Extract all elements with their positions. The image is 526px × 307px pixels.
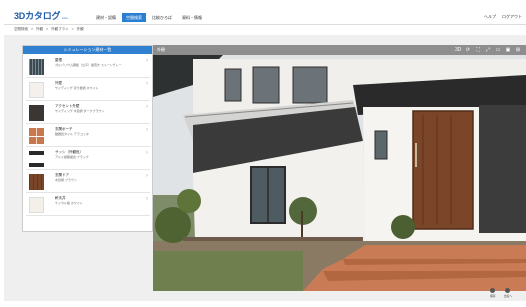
compare-label: 比較へ (503, 294, 513, 298)
material-item-soffit[interactable]: 軒天井 ケイカル板 ホワイト › (26, 194, 150, 216)
breadcrumb-separator: > (31, 27, 34, 31)
breadcrumb-separator: > (46, 27, 49, 31)
material-item-accent-wall[interactable]: アクセント外壁 サイディング 木目調 ダークブラウン › (26, 102, 150, 124)
site-header: 3Dカタログ .com 建材・設備 空間検索 比較ひろば 資料・情報 ヘルプ ロ… (4, 3, 526, 25)
material-swatch (29, 128, 44, 144)
chevron-right-icon: › (146, 104, 148, 110)
chevron-right-icon: › (146, 173, 148, 179)
app-frame: 3Dカタログ .com 建材・設備 空間検索 比較ひろば 資料・情報 ヘルプ ロ… (4, 3, 526, 307)
chevron-right-icon: › (146, 58, 148, 64)
expand-icon[interactable]: ⤢ (485, 47, 491, 53)
nav-item-materials[interactable]: 建材・設備 (92, 13, 120, 22)
house-render (153, 55, 526, 291)
material-item-sash[interactable]: サッシ（外観色） アルミ樹脂複合 ブラック › (26, 148, 150, 170)
material-description: アルミ樹脂複合 ブラック (55, 155, 89, 159)
logo-text: 3Dカタログ (14, 11, 61, 21)
nav-item-space-search[interactable]: 空間検索 (122, 13, 146, 22)
grid-icon[interactable]: ⊞ (515, 47, 521, 53)
rotate-icon[interactable]: ⟳ (465, 47, 471, 53)
material-item-wall[interactable]: 外壁 サイディング 塗り壁調 ホワイト › (26, 79, 150, 101)
logo-suffix: .com (61, 16, 68, 20)
material-item-roof[interactable]: 屋根 ガルバリウム鋼板（立平）縦葺き ストーングレー › (26, 56, 150, 78)
material-item-entrance-door[interactable]: 玄関ドア 木目調 ブラウン › (26, 171, 150, 193)
main-nav: 建材・設備 空間検索 比較ひろば 資料・情報 (92, 13, 206, 22)
3d-viewer[interactable]: 外観 3D ⟳ ⛶ ⤢ ▭ ▣ ⊞ (153, 45, 526, 291)
viewer-title: 外観 (157, 47, 165, 52)
material-list-panel: シミュレーション建材一覧 屋根 ガルバリウム鋼板（立平）縦葺き ストーングレー … (22, 45, 153, 232)
material-swatch (29, 151, 44, 167)
material-swatch (29, 105, 44, 121)
site-logo[interactable]: 3Dカタログ .com (14, 9, 68, 21)
viewer-toolbar: 外観 3D ⟳ ⛶ ⤢ ▭ ▣ ⊞ (153, 45, 526, 55)
save-label: 保存 (490, 294, 496, 298)
material-description: 磁器質タイル テラコッタ (55, 132, 89, 136)
material-description: ケイカル板 ホワイト (55, 201, 83, 205)
material-description: 木目調 ブラウン (55, 178, 77, 182)
nav-item-compare[interactable]: 比較ひろば (148, 13, 176, 22)
chevron-right-icon: › (146, 150, 148, 156)
breadcrumb-space-search[interactable]: 空間検索 (14, 27, 28, 32)
compare-icon (505, 288, 511, 293)
material-swatch (29, 174, 44, 190)
material-description: ガルバリウム鋼板（立平）縦葺き ストーングレー (55, 63, 122, 67)
chevron-right-icon: › (146, 127, 148, 133)
logout-link[interactable]: ログアウト (502, 14, 522, 20)
material-description: サイディング 塗り壁調 ホワイト (55, 86, 99, 90)
3d-mode-icon[interactable]: 3D (455, 47, 461, 53)
breadcrumb-exterior[interactable]: 外観 (36, 27, 43, 32)
compare-button[interactable]: 比較へ (504, 288, 512, 298)
material-swatch (29, 197, 44, 213)
breadcrumb-exterior-plan[interactable]: 外観プラン (51, 27, 69, 32)
breadcrumb-current: 外観 (76, 27, 84, 31)
header-utility: ヘルプ ログアウト (484, 14, 522, 20)
header-divider (4, 24, 526, 25)
fullscreen-icon[interactable]: ⛶ (475, 47, 481, 53)
material-swatch (29, 59, 44, 75)
chevron-right-icon: › (146, 81, 148, 87)
breadcrumb-separator: > (71, 27, 74, 31)
material-list-heading: シミュレーション建材一覧 (23, 46, 152, 54)
chevron-right-icon: › (146, 196, 148, 202)
viewer-actions: 保存 比較へ (490, 288, 512, 298)
frame-icon[interactable]: ▭ (495, 47, 501, 53)
nav-item-documents[interactable]: 資料・情報 (178, 13, 206, 22)
save-button[interactable]: 保存 (490, 288, 496, 298)
breadcrumb: 空間検索 > 外観 > 外観プラン > 外観 (14, 27, 84, 32)
save-icon (490, 288, 496, 293)
material-description: サイディング 木目調 ダークブラウン (55, 109, 105, 113)
screenshot-icon[interactable]: ▣ (505, 47, 511, 53)
help-link[interactable]: ヘルプ (484, 14, 496, 20)
material-item-porch[interactable]: 玄関ポーチ 磁器質タイル テラコッタ › (26, 125, 150, 147)
material-swatch (29, 82, 44, 98)
